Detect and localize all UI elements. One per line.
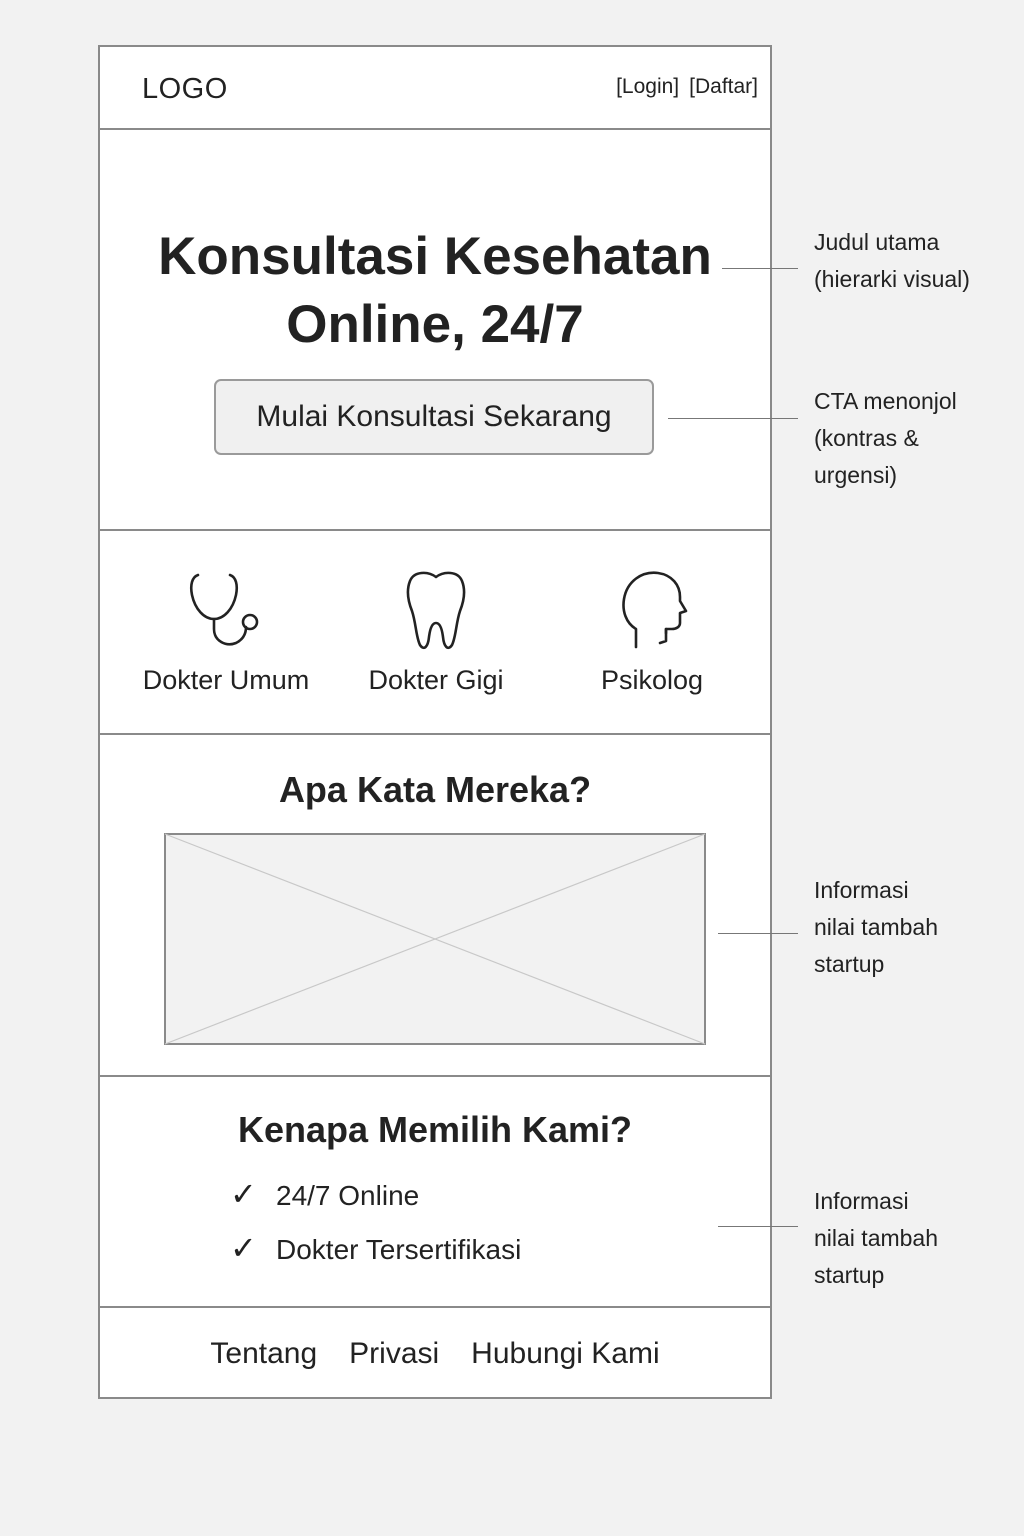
hero-title-line-2: Online, 24/7	[286, 295, 584, 354]
footer-link-about[interactable]: Tentang	[210, 1337, 317, 1370]
hero-title-line-1: Konsultasi Kesehatan	[158, 227, 712, 286]
service-label: Psikolog	[600, 665, 704, 695]
annotation-line: CTA menonjol	[814, 388, 957, 414]
list-item: ✓ 24/7 Online	[230, 1175, 419, 1213]
service-dentist[interactable]: Dokter Gigi	[346, 567, 526, 696]
testimonials-heading: Apa Kata Mereka?	[278, 769, 592, 810]
wireframe-page: LOGO [Login] [Daftar] Konsultasi Kesehata…	[98, 45, 772, 1399]
footer-link-privacy[interactable]: Privasi	[349, 1337, 439, 1370]
check-icon: ✓	[230, 1230, 257, 1266]
services-divider	[100, 733, 770, 735]
logo[interactable]: LOGO	[142, 73, 228, 106]
annotation-line: (hierarki visual)	[814, 266, 970, 292]
list-item: ✓ Dokter Tersertifikasi	[230, 1229, 521, 1267]
hero-divider	[100, 529, 770, 531]
hero-title: Konsultasi Kesehatan Online, 24/7	[100, 223, 770, 359]
login-link[interactable]: [Login]	[616, 75, 679, 98]
register-link[interactable]: [Daftar]	[689, 75, 758, 98]
annotation-line: Informasi	[814, 877, 909, 903]
testimonial-image-placeholder	[164, 833, 706, 1045]
start-consultation-button[interactable]: Mulai Konsultasi Sekarang	[214, 379, 654, 455]
annotation-testimonials: Informasi nilai tambah startup	[814, 872, 938, 983]
annotation-line: nilai tambah	[814, 1225, 939, 1251]
annotation-line: Informasi	[814, 1188, 909, 1214]
annotation-line: nilai tambah	[814, 914, 939, 940]
service-label: Dokter Umum	[142, 665, 310, 695]
list-item-label: 24/7 Online	[276, 1180, 420, 1211]
footer-link-contact[interactable]: Hubungi Kami	[471, 1337, 659, 1370]
service-psychologist[interactable]: Psikolog	[562, 567, 742, 696]
annotation-connector	[668, 418, 798, 419]
annotation-connector	[722, 268, 798, 269]
why-divider	[100, 1306, 770, 1308]
annotation-line: urgensi)	[814, 462, 898, 488]
stethoscope-icon	[189, 573, 259, 646]
annotation-why: Informasi nilai tambah startup	[814, 1183, 938, 1294]
service-label: Dokter Gigi	[368, 665, 504, 695]
auth-links: [Login] [Daftar]	[606, 75, 758, 99]
service-general-doctor[interactable]: Dokter Umum	[136, 567, 316, 696]
annotation-connector	[718, 1226, 798, 1227]
annotation-line: (kontras &	[814, 425, 919, 451]
tooth-icon	[406, 571, 466, 650]
annotation-line: startup	[814, 951, 885, 977]
footer: Tentang Privasi Hubungi Kami	[100, 1337, 770, 1371]
why-heading: Kenapa Memilih Kami?	[237, 1109, 633, 1150]
annotation-line: Judul utama	[814, 229, 940, 255]
list-item-label: Dokter Tersertifikasi	[276, 1234, 522, 1265]
annotation-cta: CTA menonjol (kontras & urgensi)	[814, 383, 957, 494]
check-icon: ✓	[230, 1176, 257, 1212]
testimonials-divider	[100, 1075, 770, 1077]
annotation-title: Judul utama (hierarki visual)	[814, 224, 970, 298]
annotation-connector	[718, 933, 798, 934]
annotation-line: startup	[814, 1262, 885, 1288]
head-icon	[622, 571, 688, 649]
header-divider	[100, 128, 770, 130]
